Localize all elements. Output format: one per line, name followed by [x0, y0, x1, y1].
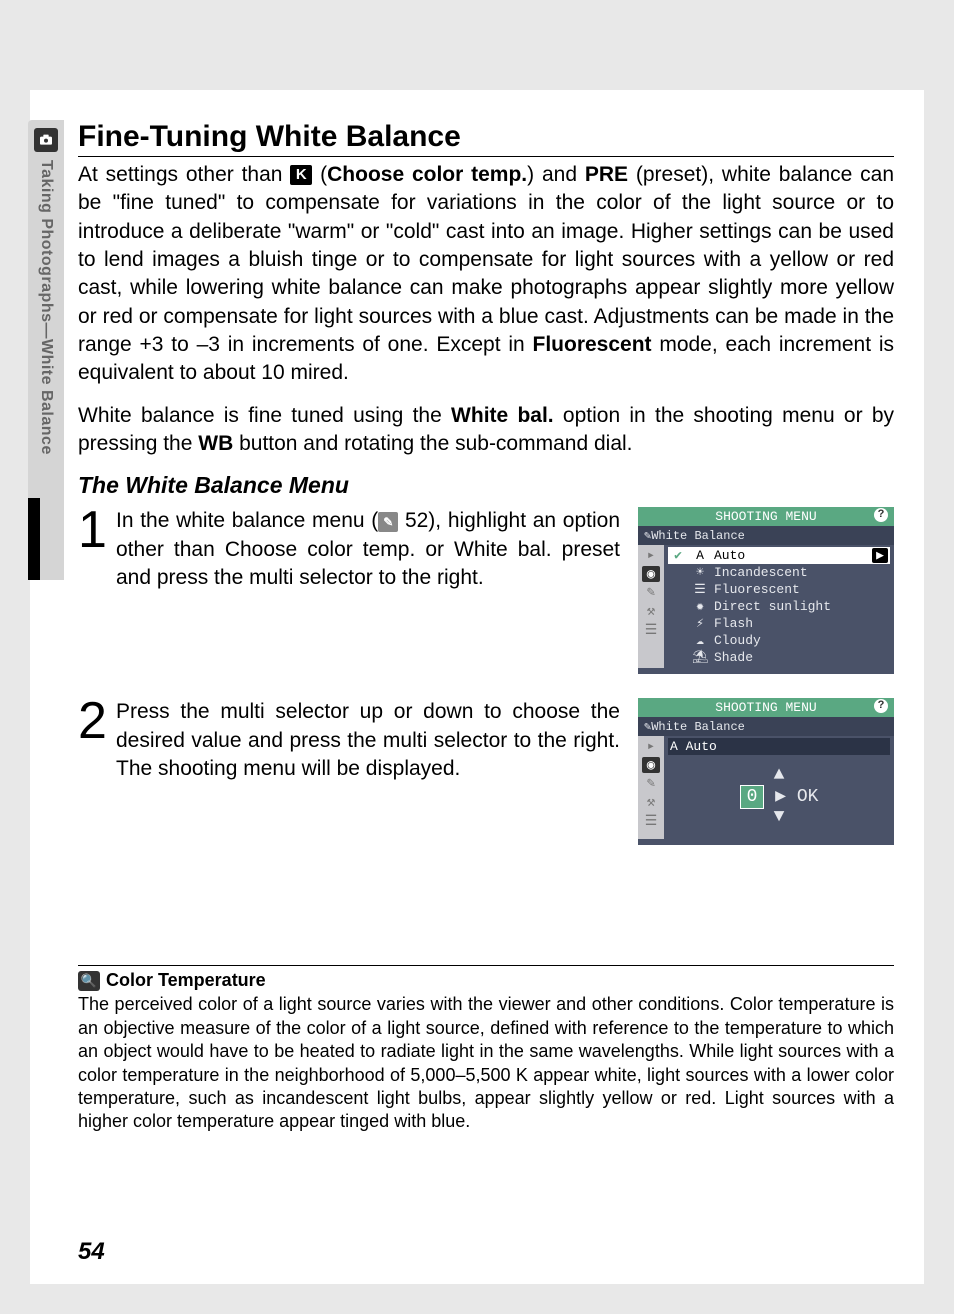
tip-icon: 🔍 — [78, 971, 100, 991]
note-title: 🔍 Color Temperature — [78, 970, 894, 991]
setup-tab-icon: ⚒ — [647, 794, 655, 811]
lcd-menu-item: ✹Direct sunlight — [668, 598, 890, 615]
content-area: Fine-Tuning White Balance At settings ot… — [78, 90, 924, 1134]
step-number: 2 — [78, 698, 110, 745]
manual-page: Taking Photographs—White Balance Fine-Tu… — [30, 90, 924, 1284]
section-tab-label: Taking Photographs—White Balance — [37, 160, 55, 455]
page-title: Fine-Tuning White Balance — [78, 120, 894, 157]
lcd-menu-item: ☰Fluorescent — [668, 581, 890, 598]
down-arrow-icon: ▼ — [668, 807, 890, 827]
subheading: The White Balance Menu — [78, 472, 894, 499]
ok-label: OK — [797, 787, 819, 807]
note-text: The perceived color of a light source va… — [78, 993, 894, 1133]
lcd-screenshot-2: SHOOTING MENU? ✎White Balance ▸ ◉ ✎ ⚒ ☰ … — [638, 698, 894, 845]
page-number: 54 — [78, 1238, 105, 1266]
lcd-screenshot-1: SHOOTING MENU? ✎White Balance ▸ ◉ ✎ ⚒ ☰ … — [638, 507, 894, 674]
paragraph-2: White balance is fine tuned using the Wh… — [78, 402, 894, 459]
paragraph-1: At settings other than K (Choose color t… — [78, 161, 894, 388]
step-number: 1 — [78, 507, 110, 554]
up-arrow-icon: ▲ — [668, 765, 890, 785]
page-edge-mark — [28, 498, 40, 580]
help-icon: ? — [874, 508, 888, 522]
adjust-value: 0 — [740, 785, 765, 809]
step-text: Press the multi selector up or down to c… — [116, 698, 638, 783]
playback-tab-icon: ▸ — [647, 738, 655, 755]
pencil-tab-icon: ✎ — [647, 775, 655, 792]
lcd-menu-item: ☁Cloudy — [668, 632, 890, 649]
lcd-menu-item: ⚡Flash — [668, 615, 890, 632]
page-ref-icon: ✎ — [378, 512, 398, 532]
shooting-tab-icon: ◉ — [642, 757, 660, 773]
setup-tab-icon: ⚒ — [647, 603, 655, 620]
step-text: In the white balance menu (✎ 52), highli… — [116, 507, 638, 592]
list-tab-icon: ☰ — [645, 813, 658, 830]
lcd-menu-list: ✔AAuto▶ ☀Incandescent ☰Fluorescent ✹Dire… — [664, 545, 894, 668]
lcd-tab-strip: ▸ ◉ ✎ ⚒ ☰ — [638, 545, 664, 668]
step-1: 1 In the white balance menu (✎ 52), high… — [78, 507, 894, 674]
note-box: 🔍 Color Temperature The perceived color … — [78, 965, 894, 1133]
lcd-tab-strip: ▸ ◉ ✎ ⚒ ☰ — [638, 736, 664, 839]
playback-tab-icon: ▸ — [647, 547, 655, 564]
lcd-menu-item: ☀Incandescent — [668, 564, 890, 581]
k-icon: K — [290, 165, 312, 185]
lcd-subtitle: ✎White Balance — [638, 717, 894, 736]
lcd-header: SHOOTING MENU? — [638, 698, 894, 717]
lcd-header: SHOOTING MENU? — [638, 507, 894, 526]
step-2: 2 Press the multi selector up or down to… — [78, 698, 894, 845]
shooting-tab-icon: ◉ — [642, 566, 660, 582]
lcd-menu-item: ⛱Shade — [668, 649, 890, 666]
lcd-subtitle: ✎White Balance — [638, 526, 894, 545]
chevron-right-icon: ▶ — [872, 548, 888, 563]
lcd-menu-item: ✔AAuto▶ — [668, 547, 890, 564]
pencil-tab-icon: ✎ — [647, 584, 655, 601]
camera-icon — [34, 128, 58, 152]
help-icon: ? — [874, 699, 888, 713]
list-tab-icon: ☰ — [645, 622, 658, 639]
lcd-adjust-panel: A Auto ▲ 0 ▶ OK ▼ — [664, 736, 894, 839]
